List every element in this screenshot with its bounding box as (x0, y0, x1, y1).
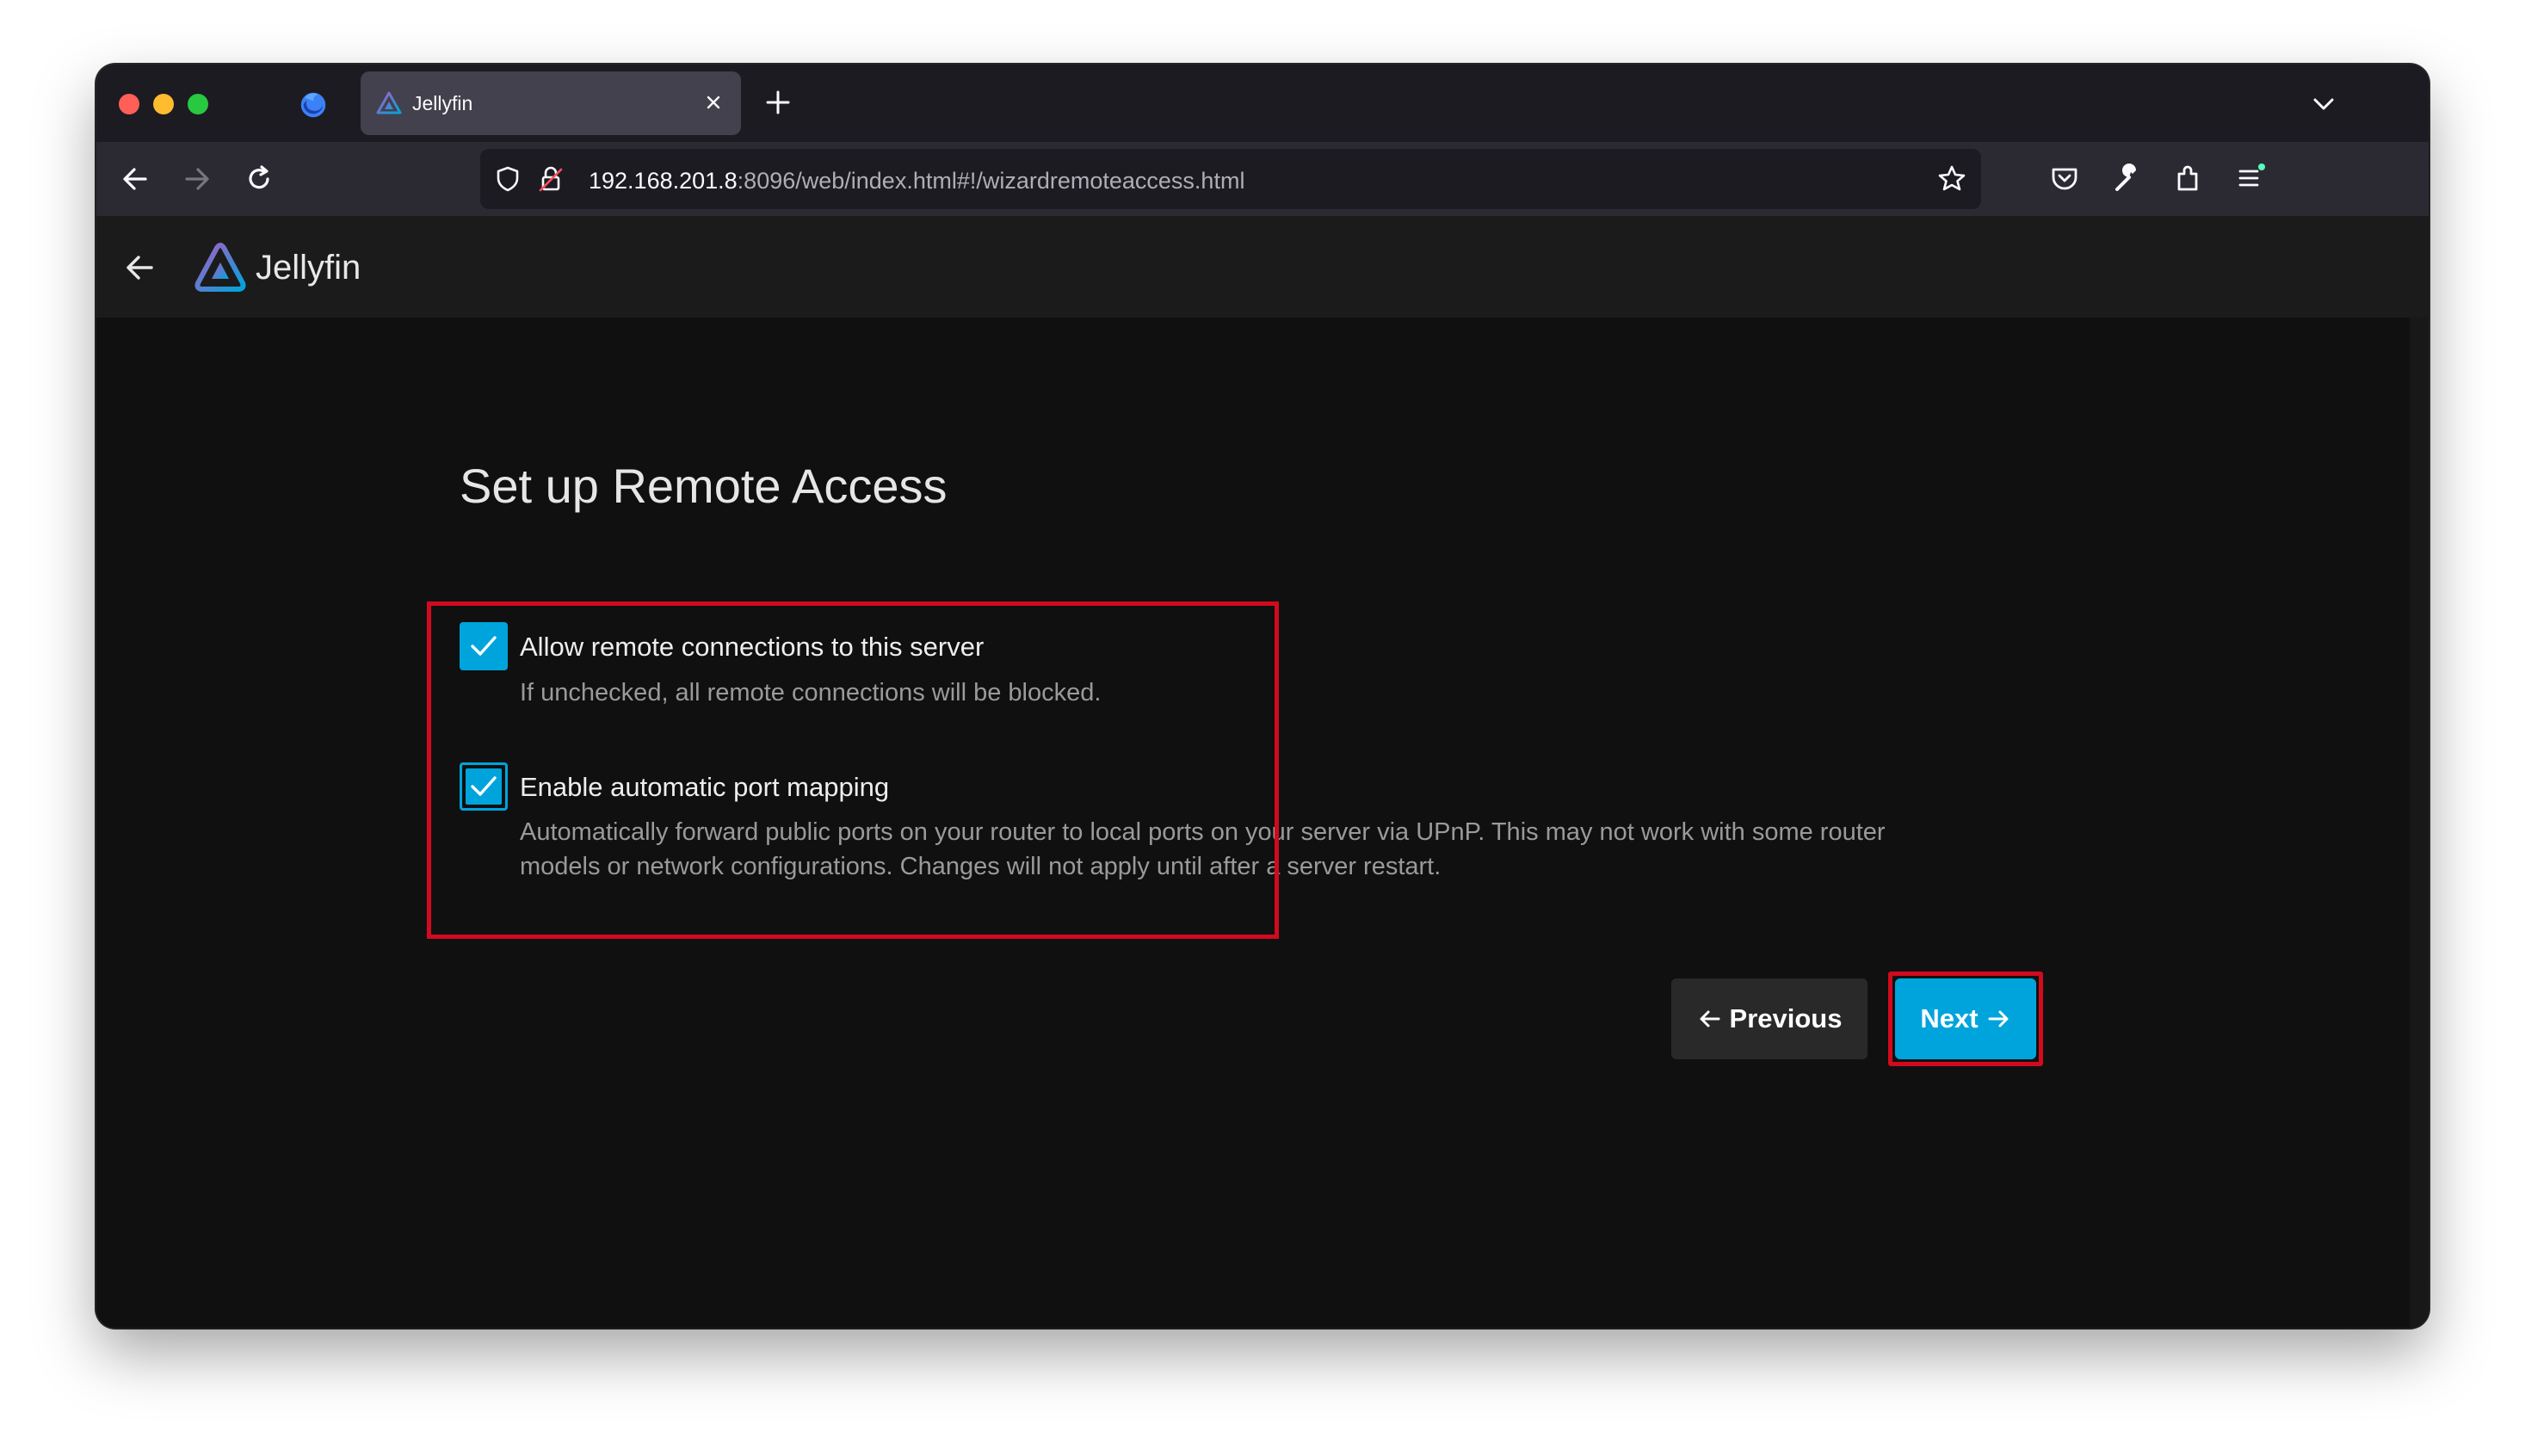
page-title: Set up Remote Access (460, 459, 948, 513)
highlight-box-options (427, 602, 1279, 939)
navigation-toolbar: 192.168.201.8:8096/web/index.html#!/wiza… (96, 142, 2429, 216)
scrollbar-track[interactable] (2410, 318, 2429, 1328)
wrench-icon[interactable] (2107, 158, 2146, 198)
chevron-down-icon[interactable] (2306, 87, 2341, 121)
url-text[interactable]: 192.168.201.8:8096/web/index.html#!/wiza… (589, 168, 1244, 194)
jellyfin-logo-icon (194, 243, 246, 292)
insecure-lock-icon[interactable] (535, 163, 566, 194)
app-name: Jellyfin (256, 249, 361, 287)
pocket-icon[interactable] (2045, 158, 2084, 198)
firefox-view-icon[interactable] (297, 88, 330, 120)
url-host: 192.168.201.8 (589, 168, 738, 194)
new-tab-icon[interactable] (759, 83, 797, 121)
shield-icon[interactable] (492, 163, 523, 194)
close-window-button[interactable] (119, 94, 139, 114)
browser-window: Jellyfin 192.168.201.8:8096/web/index.ht… (96, 65, 2429, 1328)
url-path: :8096/web/index.html#!/wizardremoteacces… (737, 168, 1245, 194)
address-bar[interactable]: 192.168.201.8:8096/web/index.html#!/wiza… (480, 149, 1981, 209)
bookmark-star-icon[interactable] (1935, 162, 1969, 196)
zoom-window-button[interactable] (188, 94, 208, 114)
arrow-left-icon (1700, 1010, 1720, 1027)
reload-icon[interactable] (238, 157, 281, 201)
tab-bar: Jellyfin (96, 65, 2429, 142)
close-tab-icon[interactable] (698, 87, 729, 118)
highlight-box-next (1888, 972, 2043, 1066)
extensions-icon[interactable] (2169, 158, 2208, 198)
back-arrow-icon[interactable] (117, 245, 162, 290)
forward-arrow-icon[interactable] (176, 157, 219, 201)
wizard-content: Set up Remote Access Allow remote connec… (96, 318, 2429, 1328)
previous-button[interactable]: Previous (1671, 978, 1868, 1059)
app-header: Jellyfin (96, 216, 2429, 318)
back-arrow-icon[interactable] (114, 157, 157, 201)
menu-icon[interactable] (2231, 158, 2270, 198)
minimize-window-button[interactable] (153, 94, 174, 114)
previous-button-label: Previous (1729, 1003, 1843, 1033)
tab-title: Jellyfin (412, 92, 473, 114)
jellyfin-favicon-icon (376, 91, 402, 114)
tab-jellyfin[interactable]: Jellyfin (361, 71, 741, 135)
